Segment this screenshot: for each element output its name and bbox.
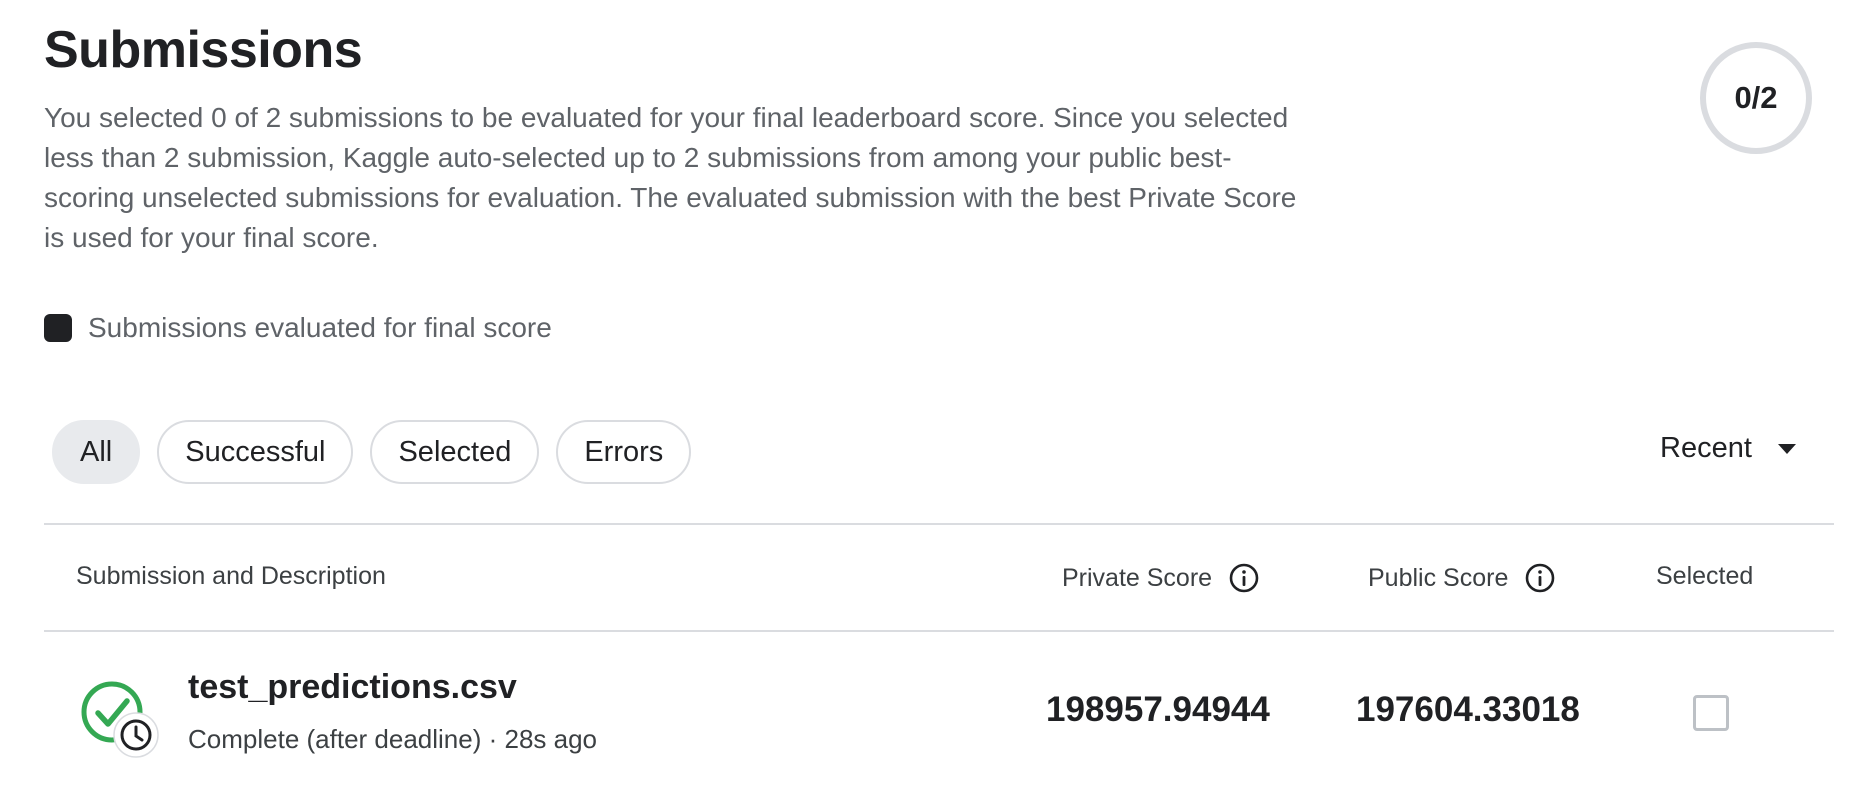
column-header-private-score-label: Private Score <box>1062 563 1213 592</box>
column-header-selected: Selected <box>1656 562 1753 591</box>
submission-status: Complete (after deadline) · 28s ago <box>188 724 598 754</box>
public-score-value: 197604.33018 <box>1356 690 1580 729</box>
legend: Submissions evaluated for final score <box>44 312 552 344</box>
table-top-divider <box>44 523 1834 525</box>
private-score-value: 198957.94944 <box>1046 690 1270 729</box>
filter-chip-selected[interactable]: Selected <box>370 420 540 484</box>
sort-label: Recent <box>1660 432 1752 464</box>
column-header-submission-label: Submission and Description <box>76 562 386 590</box>
public-score-info-icon[interactable] <box>1524 562 1556 594</box>
submission-file-name[interactable]: test_predictions.csv <box>188 668 517 707</box>
column-header-public-score-label: Public Score <box>1368 563 1509 592</box>
select-submission-checkbox[interactable] <box>1693 695 1729 731</box>
filter-chip-all[interactable]: All <box>52 420 141 484</box>
table-header-divider <box>44 630 1834 632</box>
legend-swatch <box>44 314 72 342</box>
page-title: Submissions <box>44 21 363 79</box>
filter-chip-successful[interactable]: Successful <box>157 420 354 484</box>
page-description: You selected 0 of 2 submissions to be ev… <box>44 102 1297 253</box>
column-header-private-score: Private Score <box>1062 562 1260 594</box>
check-circle-clock-icon <box>80 680 162 762</box>
sort-dropdown[interactable]: Recent <box>1660 432 1796 465</box>
selection-counter: 0/2 <box>1700 42 1812 154</box>
column-header-submission: Submission and Description <box>76 562 386 591</box>
column-header-public-score: Public Score <box>1368 562 1556 594</box>
filter-chips: All Successful Selected Errors <box>52 420 692 484</box>
filter-chip-errors[interactable]: Errors <box>556 420 692 484</box>
column-header-selected-label: Selected <box>1656 562 1754 590</box>
private-score-info-icon[interactable] <box>1228 562 1260 594</box>
caret-down-icon <box>1777 443 1796 454</box>
legend-label: Submissions evaluated for final score <box>88 312 552 343</box>
